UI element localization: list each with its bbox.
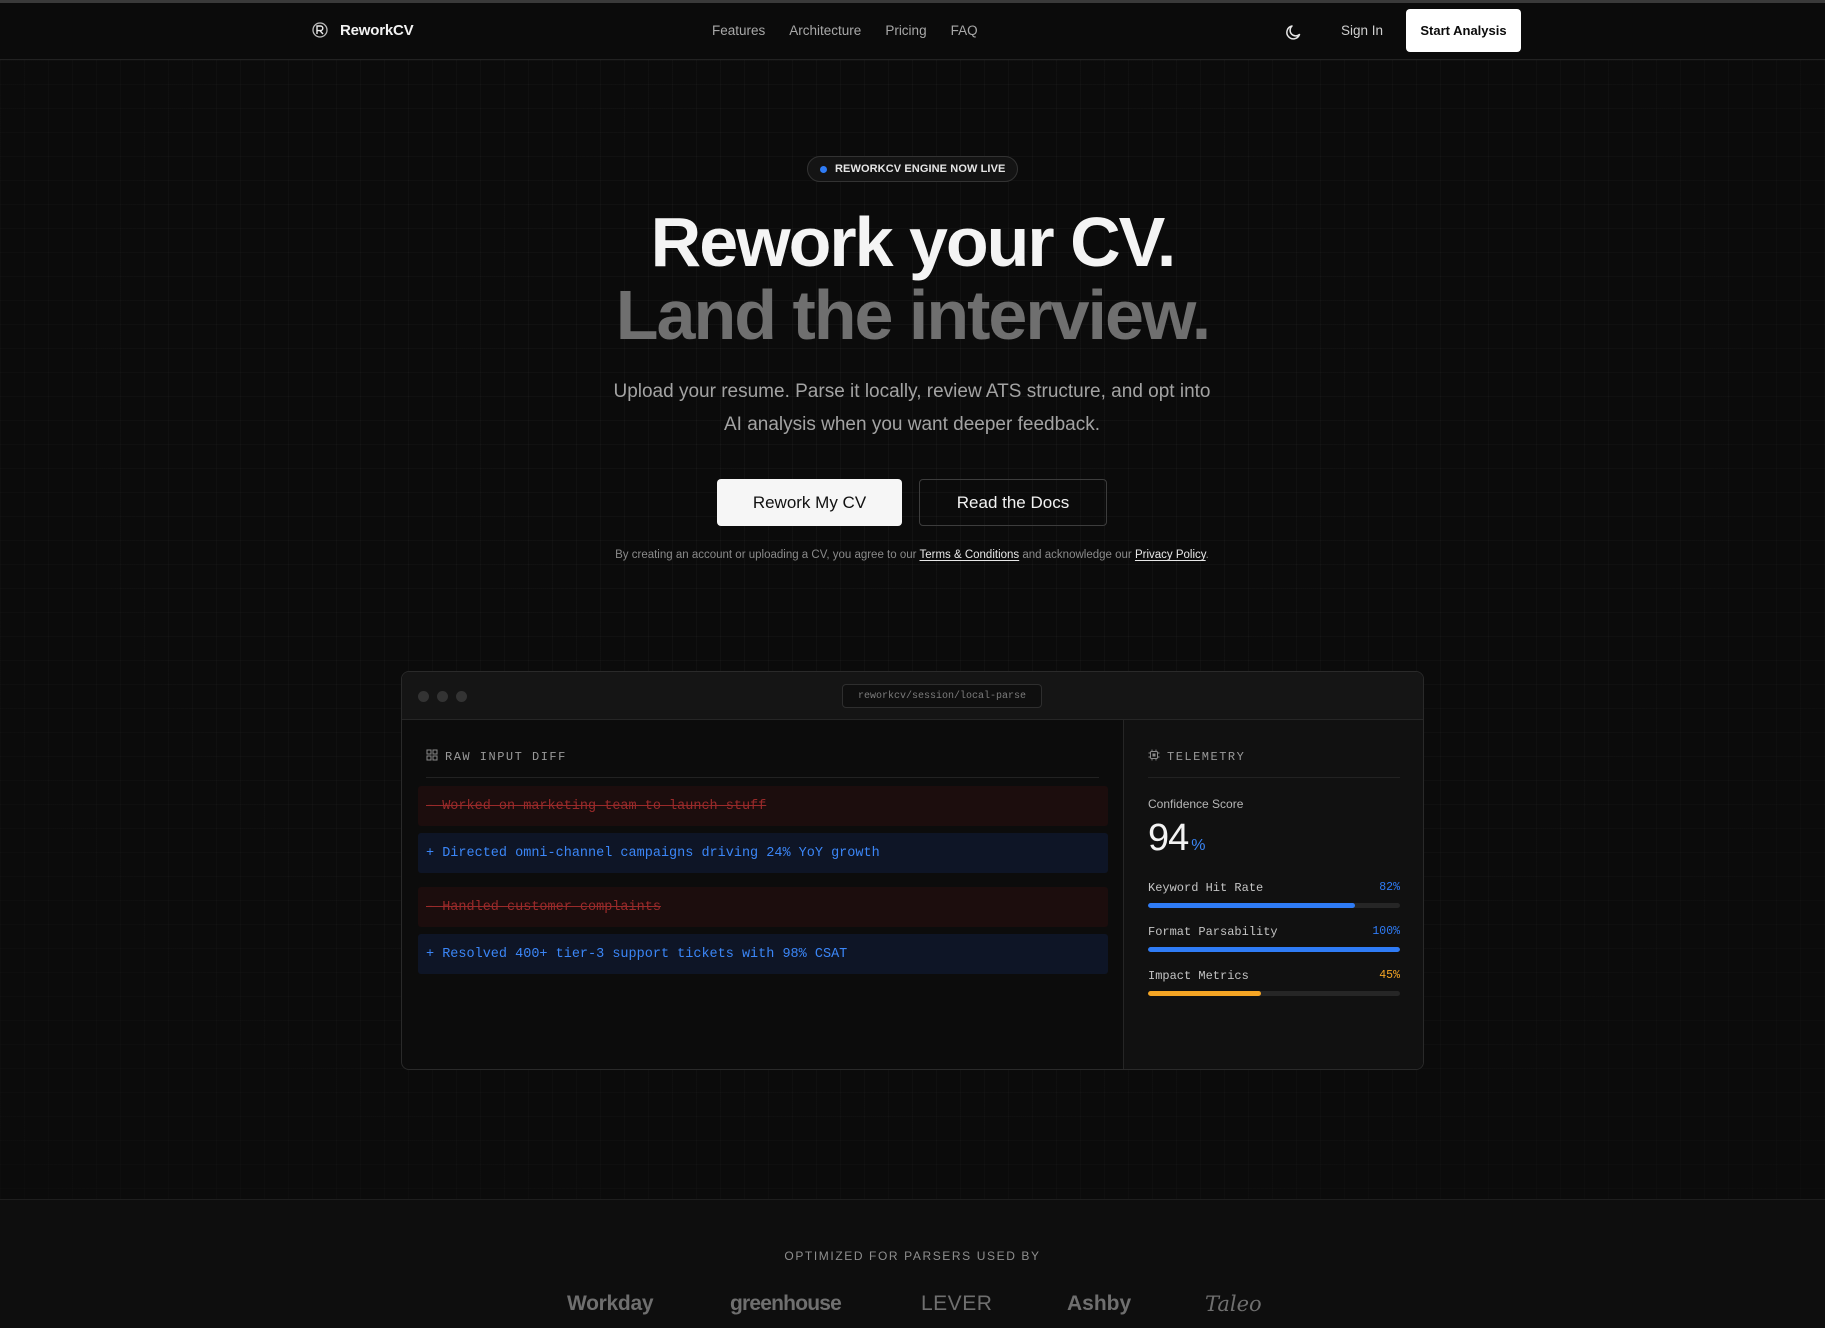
reworkcv-logo-icon	[310, 20, 330, 40]
metric-bar-track	[1148, 947, 1400, 952]
metric-bar-fill	[1148, 991, 1262, 996]
parsers-section: OPTIMIZED FOR PARSERS USED BY Workday gr…	[0, 1199, 1825, 1328]
parsers-label: OPTIMIZED FOR PARSERS USED BY	[784, 1249, 1041, 1263]
confidence-unit: %	[1191, 837, 1206, 854]
metric-format-parsability: Format Parsability 100%	[1148, 925, 1400, 952]
brand-name: ReworkCV	[340, 21, 414, 39]
confidence-score: 94 %	[1148, 817, 1206, 860]
session-url: reworkcv/session/local-parse	[842, 684, 1042, 708]
metric-bar-track	[1148, 991, 1400, 996]
parser-logos: Workday greenhouse LEVER Ashby Taleo	[0, 1292, 1825, 1322]
telemetry-divider	[1148, 777, 1400, 778]
window-dot-close	[418, 691, 429, 702]
diff-line-removed: - Handled customer complaints	[418, 887, 1108, 927]
confidence-number: 94	[1148, 817, 1189, 859]
brand[interactable]: ReworkCV	[310, 20, 414, 40]
metric-value: 82%	[1379, 881, 1400, 894]
logo-workday: Workday	[567, 1292, 654, 1315]
diff-line-removed: - Worked on marketing team to launch stu…	[418, 786, 1108, 826]
terms-link[interactable]: Terms & Conditions	[919, 549, 1019, 561]
nav-link-faq[interactable]: FAQ	[951, 23, 978, 38]
window-controls	[418, 691, 467, 702]
window-title-bar: reworkcv/session/local-parse	[402, 672, 1423, 720]
telemetry-header: TELEMETRY	[1148, 742, 1245, 772]
nav-links: Features Architecture Pricing FAQ	[712, 23, 978, 38]
metric-bar-fill	[1148, 903, 1355, 908]
hero-title-line1: Rework your CV.	[650, 203, 1177, 281]
metric-value: 45%	[1379, 969, 1400, 982]
chip-icon	[1148, 749, 1160, 765]
diff-line-added: + Resolved 400+ tier-3 support tickets w…	[418, 934, 1108, 974]
metric-label: Impact Metrics	[1148, 969, 1249, 983]
metric-bar-fill	[1148, 947, 1400, 952]
metric-label: Keyword Hit Rate	[1148, 881, 1264, 895]
hero-subtitle: Upload your resume. Parse it locally, re…	[613, 381, 1211, 435]
logo-ashby: Ashby	[1067, 1292, 1132, 1315]
metric-label: Format Parsability	[1148, 925, 1278, 939]
read-docs-button[interactable]: Read the Docs	[919, 479, 1107, 526]
metric-impact-metrics: Impact Metrics 45%	[1148, 969, 1400, 996]
top-nav: ReworkCV Features Architecture Pricing F…	[0, 3, 1825, 60]
window-dot-minimize	[437, 691, 448, 702]
nav-link-features[interactable]: Features	[712, 23, 765, 38]
logo-lever: LEVER	[921, 1292, 993, 1315]
badge-text: REWORKCV ENGINE NOW LIVE	[835, 163, 1006, 175]
metric-keyword-hit-rate: Keyword Hit Rate 82%	[1148, 881, 1400, 908]
raw-input-diff-pane: RAW INPUT DIFF - Worked on marketing tea…	[402, 720, 1123, 1069]
diff-header: RAW INPUT DIFF	[426, 742, 567, 772]
logo-greenhouse: greenhouse	[730, 1292, 842, 1315]
legal-suffix: .	[1205, 549, 1209, 561]
logo-taleo: Taleo	[1205, 1292, 1262, 1316]
live-badge: REWORKCV ENGINE NOW LIVE	[807, 156, 1019, 182]
diff-line-added: + Directed omni-channel campaigns drivin…	[418, 833, 1108, 873]
diff-title: RAW INPUT DIFF	[445, 750, 567, 764]
sign-in-link[interactable]: Sign In	[1341, 23, 1383, 38]
telemetry-title: TELEMETRY	[1167, 750, 1246, 764]
live-dot-icon	[820, 165, 827, 173]
nav-link-architecture[interactable]: Architecture	[789, 23, 861, 38]
preview-window: reworkcv/session/local-parse RAW INPUT D…	[401, 671, 1424, 1070]
privacy-link[interactable]: Privacy Policy	[1135, 549, 1206, 561]
legal-middle: and acknowledge our	[1022, 549, 1132, 561]
grid-icon	[426, 749, 438, 765]
metric-value: 100%	[1372, 925, 1400, 938]
hero-title-line2: Land the interview.	[615, 276, 1211, 354]
nav-link-pricing[interactable]: Pricing	[885, 23, 926, 38]
metric-bar-track	[1148, 903, 1400, 908]
telemetry-pane: TELEMETRY Confidence Score 94 % Keyword …	[1123, 720, 1423, 1069]
legal-prefix: By creating an account or uploading a CV…	[615, 549, 917, 561]
confidence-label: Confidence Score	[1148, 797, 1244, 811]
theme-toggle-moon-icon[interactable]	[1284, 22, 1304, 42]
rework-cv-button[interactable]: Rework My CV	[717, 479, 902, 526]
diff-divider	[426, 777, 1099, 778]
legal-notice: By creating an account or uploading a CV…	[612, 543, 1212, 567]
start-analysis-button[interactable]: Start Analysis	[1406, 9, 1521, 52]
window-dot-maximize	[456, 691, 467, 702]
